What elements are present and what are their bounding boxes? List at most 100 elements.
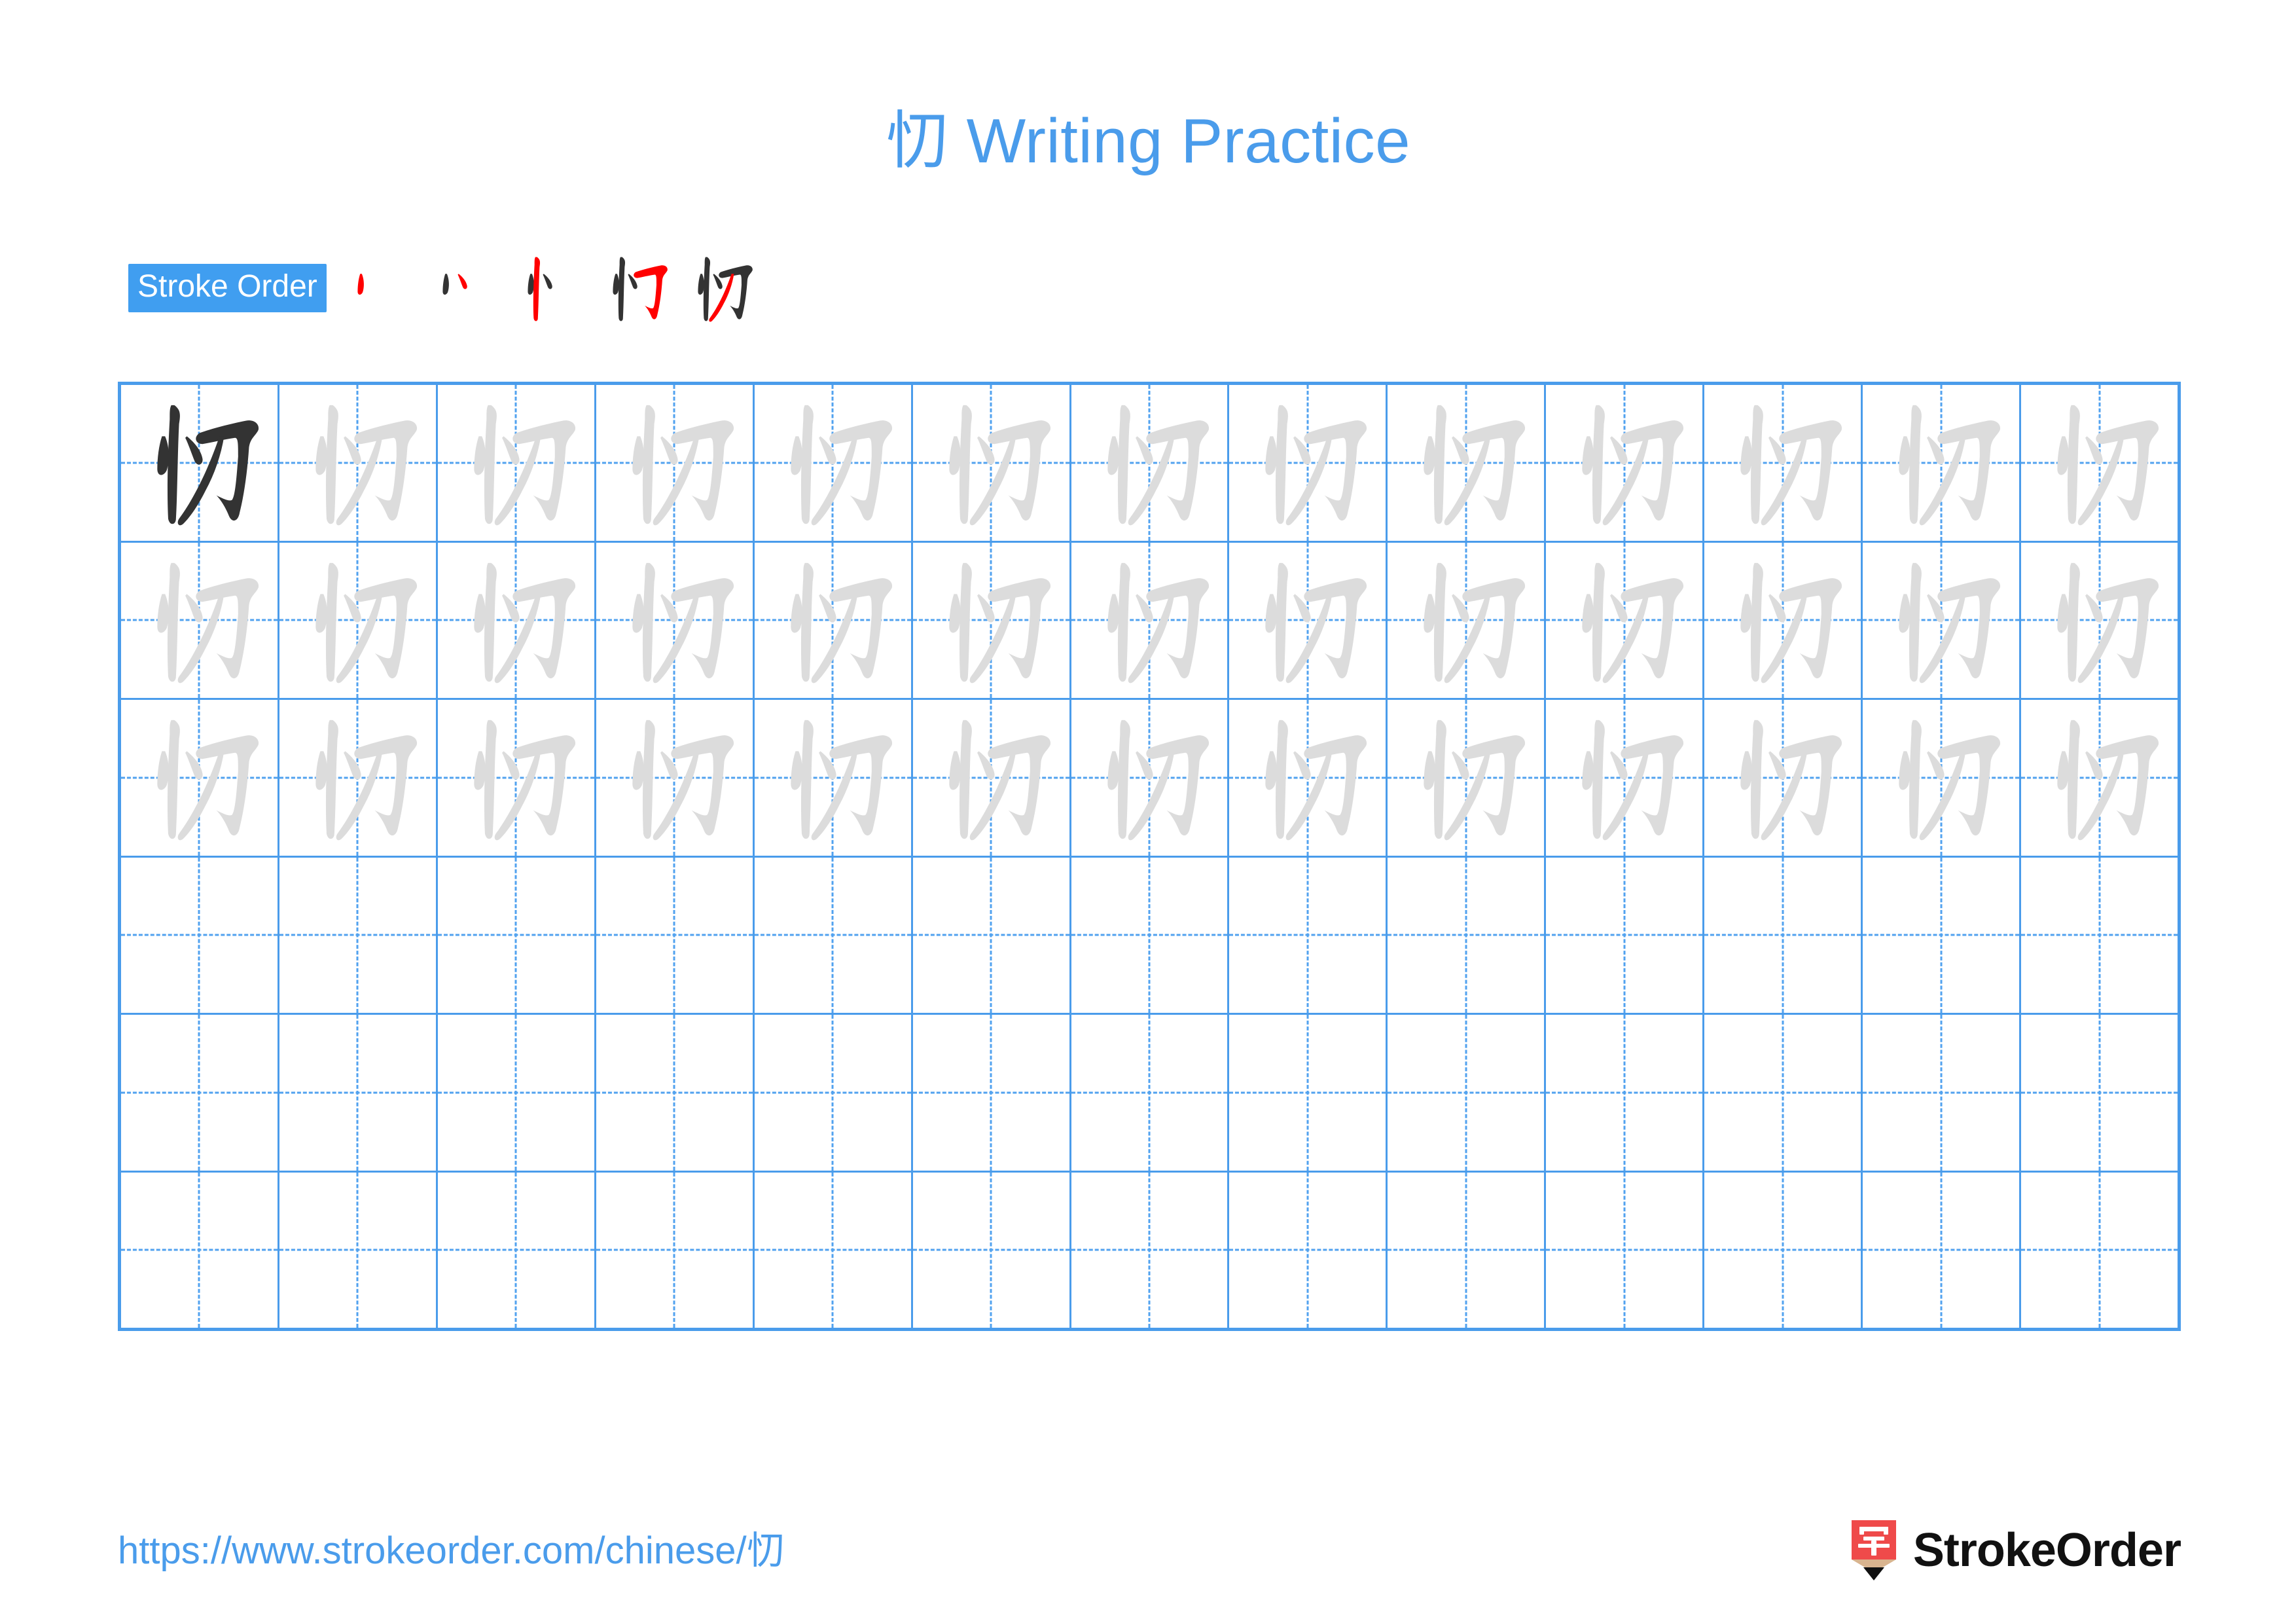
grid-cell[interactable] [1863,385,2022,541]
grid-cell[interactable] [913,1015,1071,1171]
character-glyph [596,700,753,856]
grid-cell[interactable] [1388,857,1547,1013]
grid-cell[interactable] [2021,385,2178,541]
grid-cell[interactable] [121,1015,279,1171]
grid-cell[interactable] [279,542,438,699]
grid-row [121,1172,2178,1328]
grid-cell[interactable] [1704,385,1863,541]
grid-cell[interactable] [913,542,1071,699]
stroke-step-4 [594,246,677,330]
character-glyph [1704,700,1861,856]
character-glyph [1863,543,2019,699]
grid-cell[interactable] [596,542,755,699]
character-glyph [913,543,1069,699]
grid-cell[interactable] [2021,1173,2178,1328]
character-glyph [755,700,911,856]
grid-cell[interactable] [438,1172,596,1328]
grid-cell[interactable] [596,700,755,856]
grid-cell[interactable] [1546,700,1705,856]
grid-cell[interactable] [121,542,279,699]
character-glyph [279,385,436,541]
character-glyph [1229,543,1386,699]
grid-cell[interactable] [1546,1172,1705,1328]
grid-cell[interactable] [2021,700,2178,856]
grid-cell[interactable] [755,542,913,699]
grid-cell[interactable] [755,1015,913,1171]
grid-cell[interactable] [2021,543,2178,699]
grid-cell[interactable] [2021,1015,2178,1171]
character-glyph [596,543,753,699]
character-glyph [1546,385,1702,541]
grid-cell[interactable] [1388,1015,1547,1171]
grid-cell[interactable] [1229,700,1388,856]
grid-cell[interactable] [1546,857,1705,1013]
grid-row [121,1015,2178,1173]
grid-cell[interactable] [755,1172,913,1328]
grid-cell[interactable] [438,1015,596,1171]
grid-cell[interactable] [1071,385,1230,541]
character-glyph [1229,385,1386,541]
grid-cell[interactable] [1388,700,1547,856]
stroke-order-steps [338,246,764,330]
footer-url[interactable]: https://www.strokeorder.com/chinese/忉 [118,1532,785,1570]
grid-cell[interactable] [1388,1172,1547,1328]
grid-cell[interactable] [1229,542,1388,699]
grid-cell[interactable] [1863,857,2022,1013]
character-glyph [755,543,911,699]
grid-cell[interactable] [1704,857,1863,1013]
grid-cell[interactable] [596,857,755,1013]
grid-cell[interactable] [1229,385,1388,541]
grid-cell[interactable] [755,700,913,856]
grid-cell[interactable] [913,700,1071,856]
character-glyph [121,700,278,856]
grid-cell[interactable] [1229,857,1388,1013]
grid-cell[interactable] [1863,1172,2022,1328]
grid-cell[interactable] [121,857,279,1013]
grid-cell[interactable] [121,700,279,856]
grid-cell[interactable] [1546,385,1705,541]
grid-cell[interactable] [1071,1172,1230,1328]
grid-cell[interactable] [1863,542,2022,699]
grid-cell[interactable] [596,1172,755,1328]
grid-cell[interactable] [1388,385,1547,541]
grid-cell[interactable] [913,385,1071,541]
grid-cell[interactable] [1546,542,1705,698]
grid-cell[interactable] [438,542,596,698]
character-glyph [279,543,436,699]
grid-cell[interactable] [279,857,438,1013]
grid-cell[interactable] [279,1015,438,1171]
grid-cell[interactable] [121,1172,279,1328]
grid-cell[interactable] [1388,542,1547,699]
grid-cell[interactable] [1704,700,1863,856]
character-glyph [1388,543,1544,699]
grid-cell[interactable] [1229,1172,1388,1328]
grid-cell[interactable] [913,1172,1071,1328]
grid-cell[interactable] [755,385,913,541]
strokeorder-logo[interactable]: StrokeOrder [1849,1518,2181,1583]
grid-cell[interactable] [1704,1015,1863,1171]
grid-cell[interactable] [1863,1015,2022,1171]
grid-cell[interactable] [2021,858,2178,1013]
grid-cell[interactable] [913,857,1071,1013]
grid-cell[interactable] [1546,1015,1705,1171]
grid-cell[interactable] [438,700,596,856]
grid-cell[interactable] [1071,1015,1230,1171]
grid-cell[interactable] [1071,857,1230,1013]
grid-cell[interactable] [121,385,279,541]
grid-cell[interactable] [1071,700,1230,856]
character-glyph [121,543,278,699]
grid-cell[interactable] [438,385,596,541]
grid-cell[interactable] [1229,1015,1388,1171]
grid-cell[interactable] [1863,700,2022,856]
grid-cell[interactable] [755,857,913,1013]
grid-cell[interactable] [596,385,755,541]
grid-cell[interactable] [279,700,438,856]
grid-cell[interactable] [438,857,596,1013]
grid-cell[interactable] [279,1172,438,1328]
grid-cell[interactable] [279,385,438,541]
grid-cell[interactable] [596,1015,755,1171]
grid-cell[interactable] [1704,542,1863,698]
grid-cell[interactable] [1071,542,1230,698]
grid-cell[interactable] [1704,1172,1863,1328]
stroke-step-2 [423,246,507,330]
